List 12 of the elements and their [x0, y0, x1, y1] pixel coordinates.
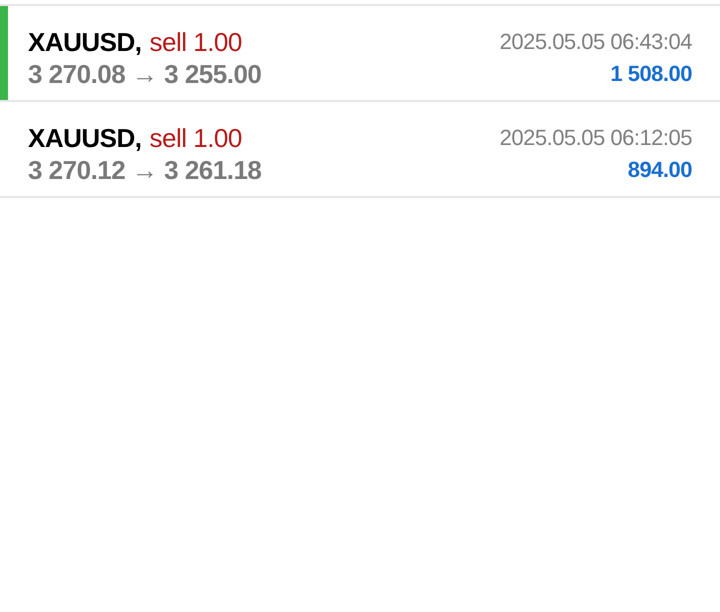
deal-row[interactable]: XAUUSD, sell 1.00 3 270.08 → 3 255.00 2025.05.05 06:43:04 1 508.00: [0, 6, 720, 102]
symbol: XAUUSD,: [28, 122, 142, 154]
price-range: 3 270.08 → 3 255.00: [28, 58, 262, 90]
symbol: XAUUSD,: [28, 26, 142, 58]
order-type: sell 1.00: [150, 26, 242, 58]
profit: 1 508.00: [610, 60, 692, 88]
deal-time: 2025.05.05 06:43:04: [500, 28, 692, 56]
order-type: sell 1.00: [150, 122, 242, 154]
deal-time: 2025.05.05 06:12:05: [500, 124, 692, 152]
price-range: 3 270.12 → 3 261.18: [28, 154, 262, 186]
deal-row[interactable]: XAUUSD, sell 1.00 3 270.12 → 3 261.18 2025.05.05 06:12:05 894.00: [0, 102, 720, 198]
profit: 894.00: [628, 156, 692, 184]
